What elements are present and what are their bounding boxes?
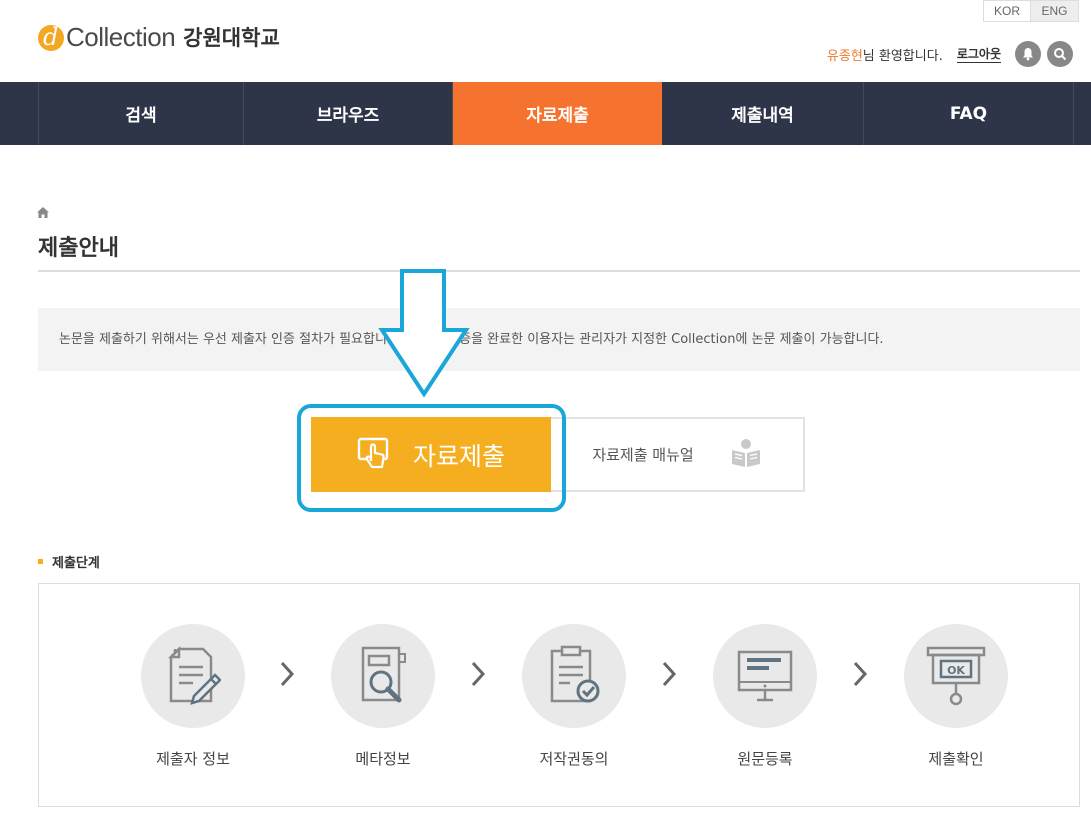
step-label: 메타정보 [355, 750, 411, 768]
logo[interactable]: d Collection 강원대학교 [38, 20, 280, 54]
svg-text:OK: OK [947, 664, 965, 677]
step-label: 저작권동의 [539, 750, 609, 768]
welcome-text: 님 환영합니다. [862, 48, 943, 64]
step-item: 원문등록 [695, 624, 835, 769]
lang-kor-button[interactable]: KOR [983, 0, 1031, 22]
chevron-right-icon [471, 661, 486, 687]
user-name: 유종현 [826, 48, 863, 64]
chevron-right-icon [280, 661, 295, 687]
monitor-icon [713, 624, 817, 728]
divider [38, 270, 1080, 272]
nav-spacer [0, 82, 39, 145]
main-nav: 검색 브라우즈 자료제출 제출내역 FAQ [0, 82, 1091, 145]
nav-item-faq[interactable]: FAQ [864, 82, 1074, 145]
page-title: 제출안내 [38, 236, 119, 261]
lang-eng-button[interactable]: ENG [1031, 0, 1079, 22]
user-bar: 유종현 님 환영합니다. 로그아웃 [827, 40, 1073, 68]
bell-icon[interactable] [1015, 41, 1041, 67]
manual-button-label: 자료제출 매뉴얼 [592, 446, 694, 464]
search-icon[interactable] [1047, 41, 1073, 67]
manual-button[interactable]: 자료제출 매뉴얼 [551, 417, 805, 492]
nav-item-search[interactable]: 검색 [39, 82, 244, 145]
nav-item-history[interactable]: 제출내역 [662, 82, 864, 145]
logo-mark: d [38, 22, 66, 52]
nav-item-browse[interactable]: 브라우즈 [244, 82, 453, 145]
clipboard-check-icon [522, 624, 626, 728]
document-pen-icon [141, 624, 245, 728]
down-arrow-icon [378, 268, 470, 402]
ok-sign-icon: OK [904, 624, 1008, 728]
step-item: 메타정보 [313, 624, 453, 769]
document-magnifier-icon [331, 624, 435, 728]
step-label: 제출확인 [928, 750, 984, 768]
university-name: 강원대학교 [183, 26, 280, 50]
logout-link[interactable]: 로그아웃 [956, 45, 1001, 63]
step-item: 저작권동의 [504, 624, 644, 769]
highlight-box [297, 404, 566, 512]
step-label: 제출자 정보 [156, 750, 230, 768]
section-title: 제출단계 [38, 552, 100, 571]
home-icon[interactable] [37, 203, 49, 222]
chevron-right-icon [662, 661, 677, 687]
site-header: d Collection 강원대학교 KOR ENG 유종현 님 환영합니다. … [0, 0, 1091, 82]
step-item: 제출자 정보 [123, 624, 263, 769]
reading-person-icon [730, 438, 762, 472]
nav-item-submit[interactable]: 자료제출 [453, 82, 662, 145]
chevron-right-icon [853, 661, 868, 687]
step-item: OK 제출확인 [886, 624, 1026, 769]
notice-box: 논문을 제출하기 위해서는 우선 제출자 인증 절차가 필요합니다. 제출자 인… [38, 308, 1080, 371]
section-title-text: 제출단계 [52, 556, 100, 571]
language-switch: KOR ENG [983, 0, 1079, 22]
step-label: 원문등록 [737, 750, 793, 768]
logo-text: Collection [66, 21, 176, 52]
steps-box: 제출자 정보 메타정보 저작권동의 원문등록 OK 제출확인 [38, 583, 1080, 807]
